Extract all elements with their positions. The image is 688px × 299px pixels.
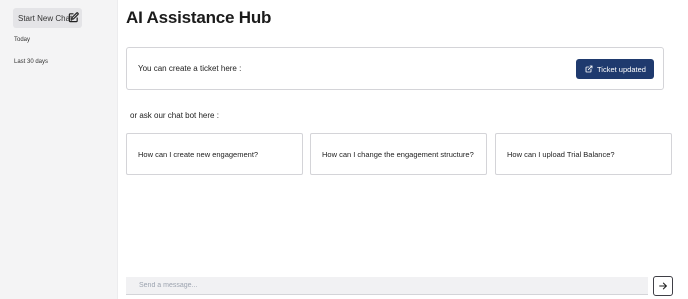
history-section-today: Today <box>14 37 31 43</box>
send-button[interactable] <box>653 276 673 296</box>
arrow-right-icon <box>659 282 667 290</box>
ticket-updated-button[interactable]: Ticket updated <box>576 59 654 79</box>
message-input[interactable] <box>126 277 648 295</box>
ticket-updated-label: Ticket updated <box>597 64 646 74</box>
suggestion-card-change-engagement-structure[interactable]: How can I change the engagement structur… <box>310 133 487 175</box>
suggestion-label: How can I change the engagement structur… <box>322 149 474 159</box>
chat-bot-prompt: or ask our chat bot here : <box>130 111 219 120</box>
edit-icon <box>68 12 79 23</box>
suggestion-card-create-engagement[interactable]: How can I create new engagement? <box>126 133 303 175</box>
start-new-chat-label: Start New Chat <box>18 13 73 23</box>
ticket-text: You can create a ticket here : <box>138 64 242 73</box>
suggestion-card-upload-trial-balance[interactable]: How can I upload Trial Balance? <box>495 133 672 175</box>
start-new-chat-button[interactable]: Start New Chat <box>13 8 82 28</box>
suggestion-label: How can I upload Trial Balance? <box>507 149 615 159</box>
main-panel: AI Assistance Hub You can create a ticke… <box>118 0 688 299</box>
sidebar: Start New Chat Today Last 30 days <box>0 0 118 299</box>
history-section-last-30-days: Last 30 days <box>14 59 49 65</box>
page-title: AI Assistance Hub <box>126 8 272 27</box>
ticket-card: You can create a ticket here : Ticket up… <box>126 47 664 90</box>
suggestion-label: How can I create new engagement? <box>138 149 259 159</box>
external-link-icon <box>585 65 593 73</box>
